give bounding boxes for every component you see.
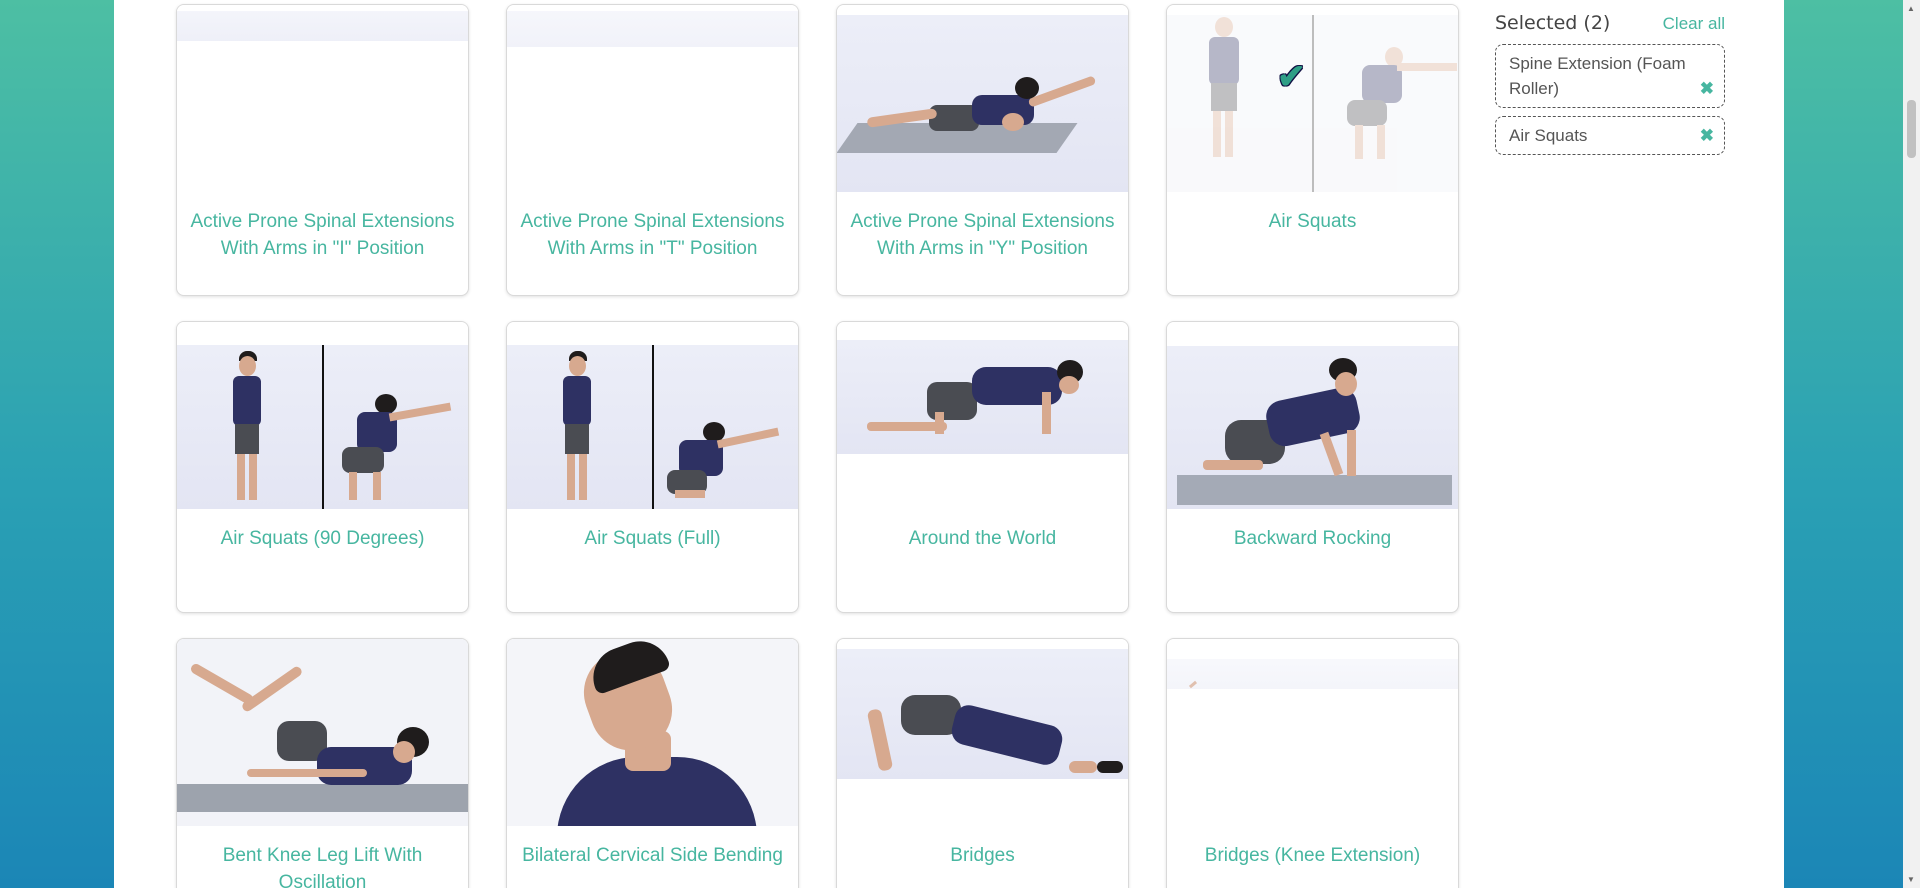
exercise-thumbnail [837,322,1128,509]
exercise-card[interactable]: Air Squats (90 Degrees) [176,321,469,613]
exercise-card[interactable]: Bilateral Cervical Side Bending [506,638,799,888]
close-icon[interactable]: ✖ [1700,76,1714,101]
exercise-thumbnail [837,639,1128,826]
scrollbar-thumb[interactable] [1907,100,1916,158]
exercise-card[interactable]: Around the World [836,321,1129,613]
exercise-title[interactable]: Air Squats (Full) [507,509,798,552]
exercise-title[interactable]: Backward Rocking [1167,509,1458,552]
exercise-grid: Active Prone Spinal Extensions With Arms… [176,4,1459,888]
exercise-title[interactable]: Bridges [837,826,1128,869]
scroll-up-icon[interactable]: ▲ [1907,4,1915,13]
exercise-thumbnail [1167,639,1458,826]
selected-chip-label: Air Squats [1509,126,1588,145]
selected-count-title: Selected (2) [1495,12,1611,34]
exercise-thumbnail [507,5,798,192]
exercise-card[interactable]: ✔ Air Squats [1166,4,1459,296]
exercise-card[interactable]: Bridges [836,638,1129,888]
exercise-card[interactable]: Backward Rocking [1166,321,1459,613]
exercise-card[interactable]: Active Prone Spinal Extensions With Arms… [176,4,469,296]
exercise-card[interactable]: Active Prone Spinal Extensions With Arms… [506,4,799,296]
check-icon: ✔ [1277,58,1306,96]
exercise-card[interactable]: Air Squats (Full) [506,321,799,613]
exercise-title[interactable]: Active Prone Spinal Extensions With Arms… [507,192,798,262]
selected-chip: Air Squats ✖ [1495,116,1725,155]
exercise-title[interactable]: Active Prone Spinal Extensions With Arms… [837,192,1128,262]
exercise-title[interactable]: Air Squats (90 Degrees) [177,509,468,552]
exercise-title[interactable]: Bilateral Cervical Side Bending [507,826,798,869]
exercise-thumbnail [177,322,468,509]
exercise-card[interactable]: Active Prone Spinal Extensions With Arms… [836,4,1129,296]
exercise-title[interactable]: Bent Knee Leg Lift With Oscillation [177,826,468,888]
sidebar-header: Selected (2) Clear all [1495,12,1725,34]
exercise-title[interactable]: Air Squats [1167,192,1458,235]
page-scrollbar[interactable]: ▲ ▼ [1903,0,1920,888]
exercise-thumbnail [177,639,468,826]
selected-sidebar: Selected (2) Clear all Spine Extension (… [1495,12,1725,155]
exercise-thumbnail [837,5,1128,192]
exercise-thumbnail [177,5,468,192]
exercise-title[interactable]: Around the World [837,509,1128,552]
exercise-card[interactable]: Bridges (Knee Extension) [1166,638,1459,888]
exercise-card[interactable]: Bent Knee Leg Lift With Oscillation [176,638,469,888]
exercise-thumbnail: ✔ [1167,5,1458,192]
selected-chip: Spine Extension (Foam Roller) ✖ [1495,44,1725,108]
exercise-thumbnail [507,322,798,509]
exercise-thumbnail [1167,322,1458,509]
exercise-thumbnail [507,639,798,826]
close-icon[interactable]: ✖ [1700,123,1714,148]
exercise-title[interactable]: Bridges (Knee Extension) [1167,826,1458,869]
scroll-down-icon[interactable]: ▼ [1907,875,1915,884]
clear-all-link[interactable]: Clear all [1663,14,1725,34]
selected-chip-label: Spine Extension (Foam Roller) [1509,54,1686,98]
main-panel: Active Prone Spinal Extensions With Arms… [114,0,1784,888]
exercise-title[interactable]: Active Prone Spinal Extensions With Arms… [177,192,468,262]
